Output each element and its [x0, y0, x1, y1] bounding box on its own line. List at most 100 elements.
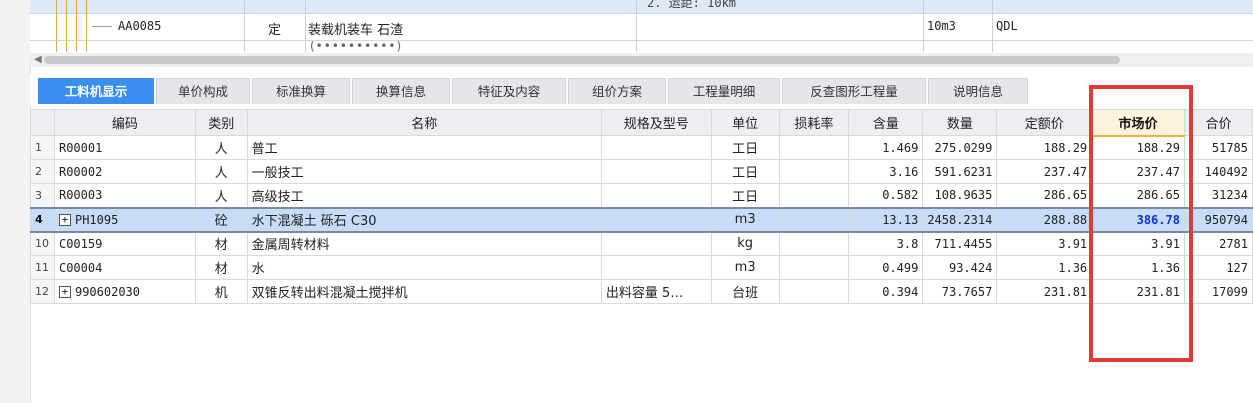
- total-price-cell[interactable]: 2781: [1183, 231, 1253, 256]
- column-header[interactable]: 编码: [53, 109, 196, 136]
- tab-features[interactable]: 特征及内容: [452, 78, 566, 104]
- loss-rate-cell[interactable]: [778, 279, 850, 304]
- code-cell[interactable]: + PH1095: [53, 206, 196, 233]
- tab-graphic-quantity[interactable]: 反查图形工程量: [782, 78, 926, 104]
- table-row[interactable]: 11 C00004 材水 m3 0.499 93.424 1.36 1.36 127: [30, 255, 1253, 280]
- tab-quantity-detail[interactable]: 工程量明细: [668, 78, 780, 104]
- tab-conversion-info[interactable]: 换算信息: [352, 78, 450, 104]
- table-row[interactable]: 1 R00001 人普工 工日 1.469 275.0299 188.29 188.29 517…: [30, 135, 1253, 160]
- expand-icon[interactable]: +: [58, 286, 71, 298]
- column-header[interactable]: 单位: [710, 109, 780, 136]
- code-cell[interactable]: R00003: [53, 183, 196, 208]
- content-qty-cell[interactable]: 0.582: [848, 183, 924, 208]
- column-header[interactable]: 数量: [922, 109, 998, 136]
- row-number[interactable]: 3: [30, 183, 55, 208]
- quantity-cell[interactable]: 591.6231: [922, 159, 998, 184]
- content-qty-cell[interactable]: 13.13: [848, 206, 924, 233]
- column-header[interactable]: 规格及型号: [600, 109, 712, 136]
- column-header[interactable]: 合价: [1183, 109, 1253, 136]
- category-cell[interactable]: 机: [194, 279, 248, 304]
- name-cell[interactable]: 双锥反转出料混凝土搅拌机: [246, 279, 602, 304]
- quota-price-cell[interactable]: 188.29: [996, 135, 1093, 160]
- code-cell[interactable]: C00159: [53, 231, 196, 256]
- name-cell[interactable]: 一般技工: [246, 159, 602, 184]
- unit-cell[interactable]: 工日: [710, 183, 780, 208]
- horizontal-scrollbar[interactable]: ◀: [30, 53, 1253, 67]
- total-price-cell[interactable]: 17099: [1183, 279, 1253, 304]
- loss-rate-cell[interactable]: [778, 231, 850, 256]
- tab-description[interactable]: 说明信息: [928, 78, 1028, 104]
- code-cell[interactable]: C00004: [53, 255, 196, 280]
- unit-cell[interactable]: 工日: [710, 159, 780, 184]
- column-header[interactable]: 类别: [194, 109, 248, 136]
- tab-pricing-scheme[interactable]: 组价方案: [568, 78, 666, 104]
- unit-cell[interactable]: m3: [710, 206, 780, 233]
- loss-rate-cell[interactable]: [778, 183, 850, 208]
- total-price-cell[interactable]: 51785: [1183, 135, 1253, 160]
- unit-cell[interactable]: 工日: [710, 135, 780, 160]
- loss-rate-cell[interactable]: [778, 159, 850, 184]
- spec-cell[interactable]: [600, 183, 712, 208]
- table-row[interactable]: 4 + PH1095 砼 水下混凝土 砾石 C30 m3 13.13 2458.2314 288…: [30, 206, 1253, 233]
- category-cell[interactable]: 人: [194, 159, 248, 184]
- total-price-cell[interactable]: 127: [1183, 255, 1253, 280]
- unit-cell[interactable]: 台班: [710, 279, 780, 304]
- scrollbar-thumb[interactable]: [44, 56, 1120, 64]
- total-price-cell[interactable]: 31234: [1183, 183, 1253, 208]
- spec-cell[interactable]: [600, 255, 712, 280]
- column-header[interactable]: 含量: [848, 109, 924, 136]
- row-number[interactable]: 12: [30, 279, 55, 304]
- quota-price-cell[interactable]: 286.65: [996, 183, 1093, 208]
- unit-cell[interactable]: kg: [710, 231, 780, 256]
- category-cell[interactable]: 材: [194, 231, 248, 256]
- quota-price-cell[interactable]: 1.36: [996, 255, 1093, 280]
- spec-cell[interactable]: [600, 206, 712, 233]
- table-row[interactable]: 3 R00003 人高级技工 工日 0.582 108.9635 286.65 286.65 3…: [30, 183, 1253, 208]
- quantity-cell[interactable]: 711.4455: [922, 231, 998, 256]
- quota-price-cell[interactable]: 3.91: [996, 231, 1093, 256]
- row-number[interactable]: 10: [30, 231, 55, 256]
- code-cell[interactable]: +990602030: [53, 279, 196, 304]
- unit-cell[interactable]: m3: [710, 255, 780, 280]
- spec-cell[interactable]: 出料容量 5…: [600, 279, 712, 304]
- content-qty-cell[interactable]: 0.499: [848, 255, 924, 280]
- quantity-cell[interactable]: 275.0299: [922, 135, 998, 160]
- name-cell[interactable]: 水下混凝土 砾石 C30: [246, 206, 602, 233]
- table-row[interactable]: 2 R00002 人一般技工 工日 3.16 591.6231 237.47 237.47 14…: [30, 159, 1253, 184]
- name-cell[interactable]: 水: [246, 255, 602, 280]
- tab-standard-conversion[interactable]: 标准换算: [252, 78, 350, 104]
- spec-cell[interactable]: [600, 231, 712, 256]
- spec-cell[interactable]: [600, 159, 712, 184]
- quantity-cell[interactable]: 108.9635: [922, 183, 998, 208]
- category-cell[interactable]: 材: [194, 255, 248, 280]
- total-price-cell[interactable]: 140492: [1183, 159, 1253, 184]
- content-qty-cell[interactable]: 3.8: [848, 231, 924, 256]
- loss-rate-cell[interactable]: [778, 255, 850, 280]
- name-cell[interactable]: 金属周转材料: [246, 231, 602, 256]
- column-header[interactable]: 定额价: [996, 109, 1093, 136]
- category-cell[interactable]: 人: [194, 135, 248, 160]
- row-number[interactable]: 2: [30, 159, 55, 184]
- scroll-left-icon[interactable]: ◀: [34, 53, 42, 67]
- name-cell[interactable]: 普工: [246, 135, 602, 160]
- name-cell[interactable]: 高级技工: [246, 183, 602, 208]
- tab-materials-display[interactable]: 工料机显示: [38, 78, 154, 104]
- expand-icon[interactable]: +: [58, 214, 71, 226]
- row-number[interactable]: 1: [30, 135, 55, 160]
- upper-table-row[interactable]: AA0085 定 装载机装车 石渣 10m3 QDL: [30, 14, 1253, 41]
- row-number[interactable]: 4: [30, 206, 55, 233]
- content-qty-cell[interactable]: 1.469: [848, 135, 924, 160]
- quantity-cell[interactable]: 73.7657: [922, 279, 998, 304]
- quantity-cell[interactable]: 93.424: [922, 255, 998, 280]
- row-number[interactable]: 11: [30, 255, 55, 280]
- content-qty-cell[interactable]: 0.394: [848, 279, 924, 304]
- quantity-cell[interactable]: 2458.2314: [922, 206, 998, 233]
- quota-price-cell[interactable]: 288.88: [996, 206, 1093, 233]
- loss-rate-cell[interactable]: [778, 135, 850, 160]
- code-cell[interactable]: R00002: [53, 159, 196, 184]
- code-cell[interactable]: R00001: [53, 135, 196, 160]
- category-cell[interactable]: 人: [194, 183, 248, 208]
- tab-unit-price[interactable]: 单价构成: [156, 78, 250, 104]
- table-row[interactable]: 10 C00159 材金属周转材料 kg 3.8 711.4455 3.91 3.91 2781: [30, 231, 1253, 256]
- loss-rate-cell[interactable]: [778, 206, 850, 233]
